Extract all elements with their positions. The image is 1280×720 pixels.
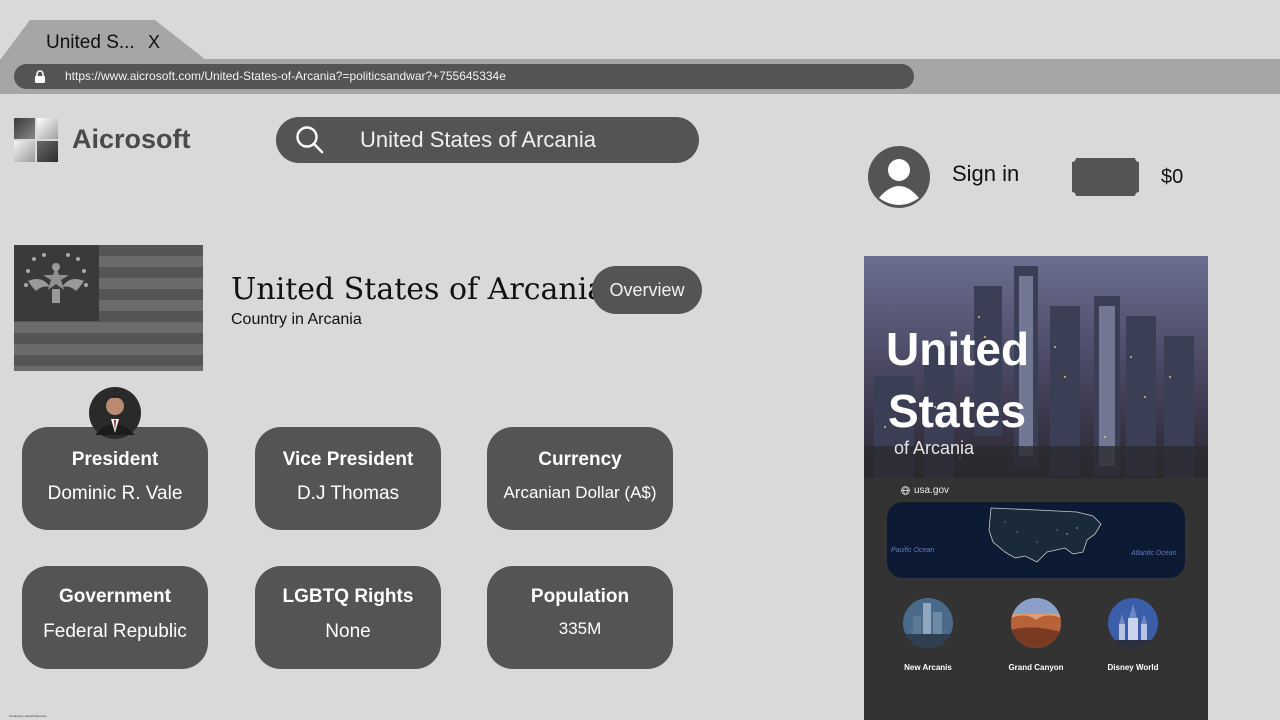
search-icon[interactable] [295, 125, 325, 155]
place-new-arcanis[interactable]: New Arcanis [883, 598, 973, 672]
country-map[interactable]: Pacific Ocean Atlantic Ocean [887, 502, 1185, 578]
place-grand-canyon[interactable]: Grand Canyon [991, 598, 1081, 672]
url-text: https://www.aicrosoft.com/United-States-… [65, 69, 506, 83]
search-bar[interactable]: United States of Arcania [276, 117, 699, 163]
fact-card-president[interactable]: President Dominic R. Vale [22, 427, 208, 530]
entity-subtitle: Country in Arcania [231, 311, 362, 328]
place-thumbnail [1108, 598, 1158, 648]
map-graphic [988, 507, 1102, 563]
site-url: usa.gov [914, 485, 950, 496]
fact-label: Vice President [282, 449, 414, 470]
place-label: Disney World [1107, 663, 1159, 672]
map-label-atlantic: Atlantic Ocean [1131, 550, 1177, 557]
fact-value: Dominic R. Vale [47, 483, 183, 504]
logo-mark-icon [14, 118, 58, 162]
address-bar: https://www.aicrosoft.com/United-States-… [0, 59, 1280, 94]
tab-title: United S... [46, 32, 135, 53]
lock-icon [35, 70, 45, 83]
place-thumbnail [1011, 598, 1061, 648]
fact-label: Government [59, 586, 171, 607]
fact-card-population[interactable]: Population 335M [487, 566, 673, 669]
url-field[interactable]: https://www.aicrosoft.com/United-States-… [14, 64, 914, 89]
balance-amount: $0 [1161, 166, 1184, 188]
hero-title-line3: of Arcania [894, 438, 975, 458]
search-input[interactable]: United States of Arcania [360, 127, 596, 153]
browser-tab[interactable]: United S... X [0, 20, 206, 60]
fact-label: Population [530, 586, 630, 607]
fact-card-currency[interactable]: Currency Arcanian Dollar (A$) [487, 427, 673, 530]
fact-label: Currency [538, 449, 622, 470]
credit-text: Created by Jewish Ruoness [9, 714, 47, 718]
hero-title-line2: States [888, 385, 1027, 437]
place-thumbnail [903, 598, 953, 648]
logo-text: Aicrosoft [72, 124, 191, 154]
fact-card-vice-president[interactable]: Vice President D.J Thomas [255, 427, 441, 530]
globe-icon [901, 486, 910, 495]
fact-label: President [71, 449, 159, 470]
place-disney-world[interactable]: Disney World [1088, 598, 1178, 672]
fact-value: Federal Republic [43, 621, 187, 642]
tab-close-button[interactable]: X [148, 32, 160, 53]
overview-button[interactable]: Overview [592, 266, 702, 314]
place-label: New Arcanis [904, 663, 952, 672]
knowledge-panel: United States of Arcania usa.gov Pacific… [864, 256, 1208, 720]
wallet-ticket-icon[interactable] [1072, 158, 1139, 196]
logo[interactable]: Aicrosoft [14, 118, 191, 164]
flag-image [14, 245, 203, 371]
tab-strip: United S... X [0, 0, 1280, 60]
entity-title: United States of Arcania [231, 272, 606, 307]
place-label: Grand Canyon [1008, 663, 1064, 672]
fact-card-government[interactable]: Government Federal Republic [22, 566, 208, 669]
sign-in-link[interactable]: Sign in [952, 161, 1019, 187]
president-portrait [89, 387, 141, 439]
user-avatar-icon[interactable] [868, 146, 930, 208]
fact-label: LGBTQ Rights [282, 586, 414, 607]
fact-card-lgbtq-rights[interactable]: LGBTQ Rights None [255, 566, 441, 669]
fact-value: D.J Thomas [296, 483, 400, 504]
fact-value: None [325, 621, 371, 642]
fact-value: 335M [558, 619, 602, 638]
site-link[interactable]: usa.gov [901, 485, 949, 496]
fact-value: Arcanian Dollar (A$) [503, 483, 657, 502]
hero-title-line1: United [886, 323, 1030, 375]
map-label-pacific: Pacific Ocean [891, 547, 935, 554]
